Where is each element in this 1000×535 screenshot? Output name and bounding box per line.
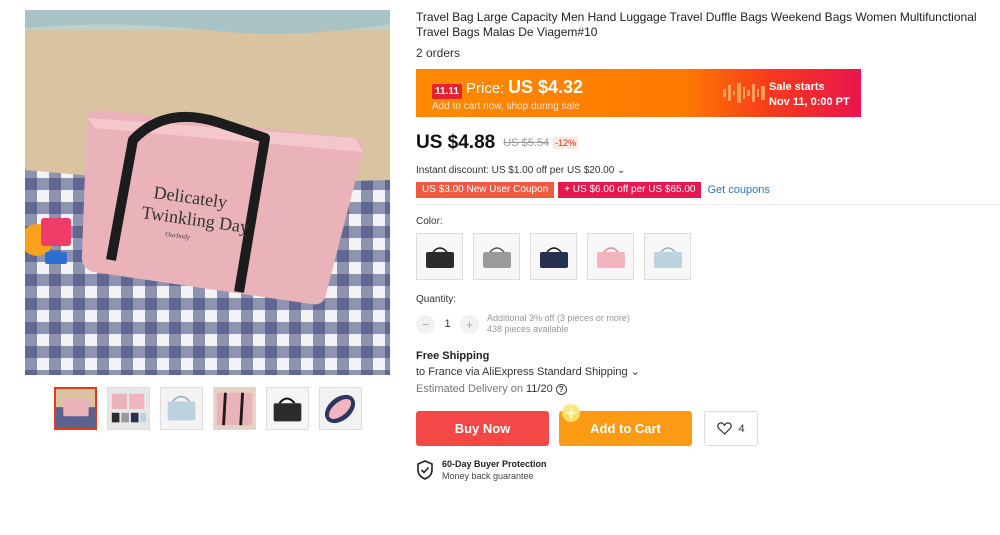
sale-badge: 11.11 bbox=[432, 84, 462, 99]
get-coupons-link[interactable]: Get coupons bbox=[707, 184, 769, 196]
shipping-title: Free Shipping bbox=[416, 350, 490, 362]
price-row: US $4.88 US $5.54 -12% bbox=[416, 132, 1000, 154]
current-price: US $4.88 bbox=[416, 132, 496, 153]
promo-price-label: Price: bbox=[466, 80, 505, 97]
instant-discount-dropdown[interactable]: Instant discount: US $1.00 off per US $2… bbox=[416, 165, 1000, 176]
color-option-navy[interactable] bbox=[530, 233, 577, 280]
heart-icon bbox=[717, 422, 733, 435]
promo-subtext: Add to cart now, shop during sale bbox=[432, 101, 580, 112]
color-option-pink[interactable] bbox=[587, 233, 634, 280]
thumbnail-6[interactable] bbox=[319, 387, 362, 430]
color-option-light-blue[interactable] bbox=[644, 233, 691, 280]
quantity-increase-button[interactable]: + bbox=[460, 314, 479, 334]
quantity-label: Quantity: bbox=[416, 294, 457, 305]
estimated-delivery: Estimated Delivery on 11/20 ? bbox=[416, 383, 1000, 395]
new-user-coupon[interactable]: US $3.00 New User Coupon bbox=[416, 182, 555, 198]
shipping-method: to France via AliExpress Standard Shippi… bbox=[416, 365, 1000, 378]
quantity-decrease-button[interactable]: − bbox=[416, 314, 435, 334]
sparkle-icon bbox=[562, 404, 580, 422]
barcode-decoration-icon bbox=[723, 83, 765, 103]
color-options bbox=[416, 233, 1000, 280]
shield-check-icon bbox=[417, 460, 433, 480]
protection-title: 60-Day Buyer Protection bbox=[442, 459, 547, 469]
product-title: Travel Bag Large Capacity Men Hand Lugga… bbox=[416, 10, 977, 39]
delivery-date: 11/20 bbox=[526, 383, 553, 395]
delivery-label: Estimated Delivery on bbox=[416, 383, 523, 395]
sale-promo-banner: 11.11 Price: US $4.32 Add to cart now, s… bbox=[416, 69, 861, 117]
quantity-stepper: − 1 + Additional 3% off (3 pieces or mor… bbox=[416, 311, 1000, 337]
buyer-protection: 60-Day Buyer Protection Money back guara… bbox=[416, 459, 1000, 481]
stock-available: 438 pieces available bbox=[487, 324, 569, 334]
thumbnail-2[interactable] bbox=[107, 387, 150, 430]
thumbnail-1[interactable] bbox=[54, 387, 97, 430]
add-to-cart-label: Add to Cart bbox=[590, 421, 661, 436]
product-info: Travel Bag Large Capacity Men Hand Lugga… bbox=[416, 10, 1000, 481]
original-price: US $5.54 bbox=[503, 137, 550, 149]
wishlist-count: 4 bbox=[738, 422, 745, 435]
buy-now-button[interactable]: Buy Now bbox=[416, 411, 549, 446]
help-icon[interactable]: ? bbox=[555, 383, 567, 395]
add-to-cart-button[interactable]: Add to Cart bbox=[559, 404, 692, 446]
wishlist-button[interactable]: 4 bbox=[704, 411, 758, 446]
action-buttons: Buy Now Add to Cart 4 bbox=[416, 404, 1000, 446]
order-count: 2 orders bbox=[416, 46, 461, 60]
main-product-image[interactable]: Delicately Twinkling Day Ourbody bbox=[25, 10, 390, 375]
sale-starts-label: Sale starts bbox=[769, 81, 825, 93]
store-coupon[interactable]: + US $6.00 off per US $65.00 bbox=[558, 182, 702, 198]
quantity-value[interactable]: 1 bbox=[435, 318, 460, 330]
thumbnail-4[interactable] bbox=[213, 387, 256, 430]
divider bbox=[416, 204, 1000, 205]
sale-start-time: Nov 11, 0:00 PT bbox=[769, 96, 850, 108]
bulk-discount-note: Additional 3% off (3 pieces or more) bbox=[487, 313, 630, 323]
shipping-method-dropdown[interactable]: to France via AliExpress Standard Shippi… bbox=[416, 366, 640, 378]
protection-subtitle: Money back guarantee bbox=[442, 471, 534, 481]
thumbnail-5[interactable] bbox=[266, 387, 309, 430]
promo-price-value: US $4.32 bbox=[508, 77, 584, 97]
color-label: Color: bbox=[416, 216, 443, 227]
thumbnail-3[interactable] bbox=[160, 387, 203, 430]
quantity-note: Additional 3% off (3 pieces or more) 438… bbox=[487, 313, 630, 335]
color-option-black[interactable] bbox=[416, 233, 463, 280]
color-option-gray[interactable] bbox=[473, 233, 520, 280]
thumbnail-strip bbox=[54, 387, 362, 430]
coupon-row: US $3.00 New User Coupon + US $6.00 off … bbox=[416, 182, 1000, 198]
discount-badge: -12% bbox=[553, 137, 579, 149]
